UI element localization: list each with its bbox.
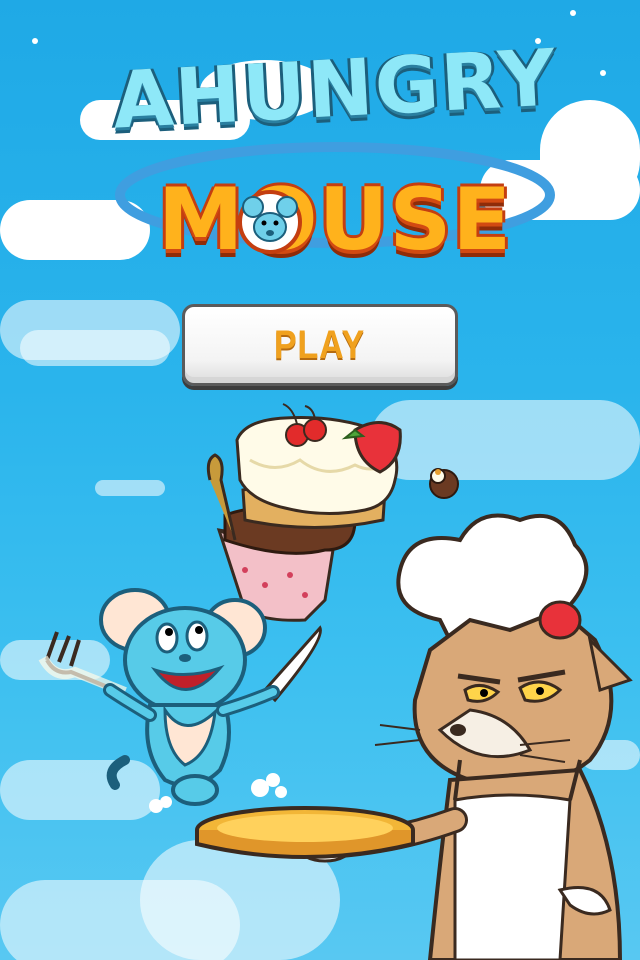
plate-icon <box>195 806 415 859</box>
sparkle <box>600 70 606 76</box>
title-screen: AHUNGRY MOUSE PLAY <box>0 0 640 960</box>
cloud <box>370 400 640 480</box>
cloud <box>95 480 165 496</box>
sparkle <box>32 38 38 44</box>
sparkle <box>570 10 576 16</box>
cookie-icon <box>429 468 459 499</box>
cloud <box>20 330 170 366</box>
cat-chef-character <box>295 513 633 960</box>
title-line-1: AHUNGRY <box>110 33 560 147</box>
game-title-logo: AHUNGRY MOUSE <box>100 25 570 290</box>
play-button[interactable]: PLAY <box>182 304 458 386</box>
mouse-face-icon <box>238 190 302 254</box>
title-line-2: MOUSE <box>157 170 513 270</box>
play-button-label: PLAY <box>274 322 366 367</box>
